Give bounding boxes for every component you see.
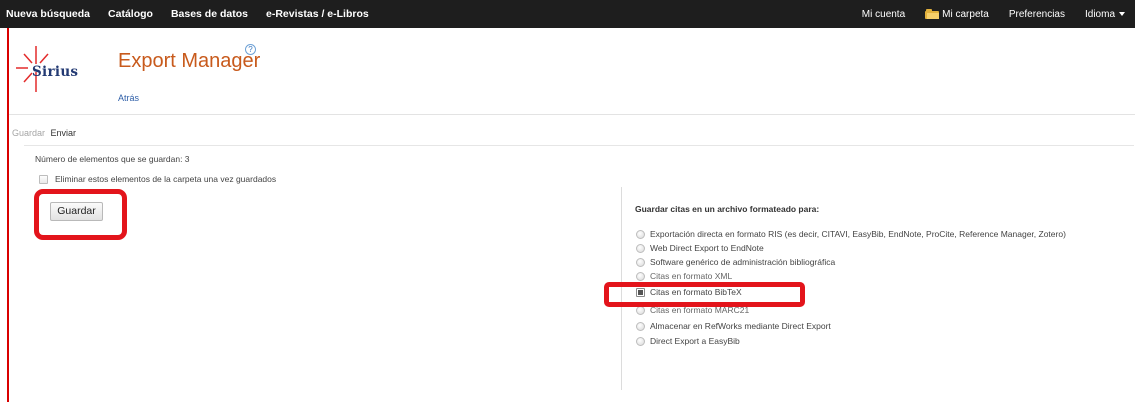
nav-language-label: Idioma (1084, 8, 1115, 20)
chevron-down-icon (1119, 12, 1125, 16)
nav-new-search[interactable]: Nueva búsqueda (0, 8, 99, 20)
nav-ejournals-ebooks[interactable]: e-Revistas / e-Libros (257, 8, 378, 20)
bibtex-option-highlight (604, 282, 805, 307)
format-option-refworks[interactable]: Almacenar en RefWorks mediante Direct Ex… (636, 321, 831, 331)
format-option-label: Exportación directa en formato RIS (es d… (650, 229, 1066, 239)
radio-button[interactable] (636, 229, 645, 239)
top-navigation-bar: Nueva búsqueda Catálogo Bases de datos e… (0, 0, 1135, 28)
nav-catalog[interactable]: Catálogo (99, 8, 162, 20)
radio-button[interactable] (636, 243, 645, 253)
radio-button[interactable] (636, 257, 645, 267)
remove-items-label: Eliminar estos elementos de la carpeta u… (55, 174, 277, 184)
format-option-endnote-web[interactable]: Web Direct Export to EndNote (636, 243, 764, 253)
tab-save[interactable]: Guardar (12, 128, 45, 138)
top-nav-left: Nueva búsqueda Catálogo Bases de datos e… (0, 0, 378, 28)
header-divider (9, 114, 1135, 115)
nav-my-folder-label: Mi carpeta (942, 8, 989, 20)
page-header: Sirius Export Manager ? Atrás (12, 36, 1130, 110)
format-option-label: Citas en formato XML (650, 271, 733, 281)
radio-button[interactable] (636, 321, 645, 331)
format-option-label: Almacenar en RefWorks mediante Direct Ex… (650, 321, 831, 331)
logo-text: Sirius (32, 64, 79, 80)
back-link[interactable]: Atrás (118, 93, 139, 103)
nav-my-account[interactable]: Mi cuenta (852, 9, 915, 20)
nav-databases[interactable]: Bases de datos (162, 8, 257, 20)
remove-items-option: Eliminar estos elementos de la carpeta u… (39, 174, 276, 184)
left-red-border (7, 28, 9, 402)
format-heading: Guardar citas en un archivo formateado p… (635, 204, 820, 214)
top-nav-right: Mi cuenta Mi carpeta Preferencias Idioma (852, 0, 1135, 28)
nav-my-folder[interactable]: Mi carpeta (915, 9, 999, 20)
section-divider (24, 145, 1134, 146)
radio-button[interactable] (636, 336, 645, 346)
format-option-generic-software[interactable]: Software genérico de administración bibl… (636, 257, 835, 267)
sirius-logo: Sirius (16, 42, 86, 94)
page-title: Export Manager (118, 50, 261, 72)
nav-preferences[interactable]: Preferencias (999, 9, 1075, 20)
format-option-label: Direct Export a EasyBib (650, 336, 740, 346)
item-count-text: Número de elementos que se guardan: 3 (35, 154, 190, 164)
save-button-highlight (34, 189, 127, 240)
help-icon[interactable]: ? (245, 44, 256, 55)
format-option-label: Web Direct Export to EndNote (650, 243, 764, 253)
action-tabs: Guardar Enviar (12, 128, 76, 138)
remove-items-checkbox[interactable] (39, 174, 48, 184)
nav-language[interactable]: Idioma (1075, 9, 1135, 20)
format-option-ris[interactable]: Exportación directa en formato RIS (es d… (636, 229, 1066, 239)
tab-send[interactable]: Enviar (51, 128, 77, 138)
radio-button[interactable] (636, 271, 645, 281)
folder-icon (925, 9, 940, 19)
format-option-xml[interactable]: Citas en formato XML (636, 271, 732, 281)
format-option-label: Software genérico de administración bibl… (650, 257, 836, 267)
format-option-easybib[interactable]: Direct Export a EasyBib (636, 336, 740, 346)
